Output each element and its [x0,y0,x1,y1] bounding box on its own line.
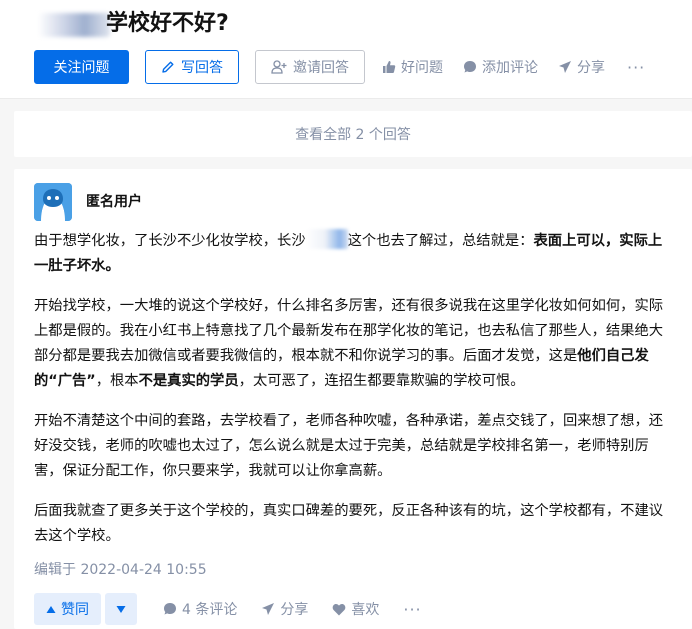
heart-icon [332,603,346,616]
follow-question-label: 关注问题 [53,60,110,76]
answer-card: 匿名用户 由于想学化妆，了长沙不少化妆学校，长沙 这个也去了解过，总结就是：表面上… [14,169,692,629]
avatar[interactable] [34,183,72,221]
question-header: 学校好不好? 关注问题 写回答 邀请回答 好问题 添加评论 分享 ··· [0,0,692,99]
author-name[interactable]: 匿名用户 [86,191,142,211]
comments-button[interactable]: 4 条评论 [163,599,237,619]
write-answer-button[interactable]: 写回答 [145,50,239,84]
good-question-button[interactable]: 好问题 [382,57,443,77]
edited-timestamp[interactable]: 编辑于 2022-04-24 10:55 [34,559,207,579]
pen-icon [161,60,175,74]
triangle-down-icon [116,605,126,614]
invite-user-icon [271,60,287,74]
redacted-school-name [305,229,348,249]
add-comment-label: 添加评论 [482,60,538,76]
good-question-label: 好问题 [401,60,443,76]
redacted-title-prefix [38,13,110,37]
answer-text: 这个也去了解过，总结就是： [347,233,534,249]
answer-paragraph: 开始找学校，一大堆的说这个学校好，什么排名多厉害，还有很多说我在这里学化妆如何如… [34,294,674,394]
answer-content: 由于想学化妆，了长沙不少化妆学校，长沙 这个也去了解过，总结就是：表面上可以，实际… [34,229,674,564]
answer-text: 开始找学校，一大堆的说这个学校好，什么排名多厉害，还有很多说我在这里学化妆如何如… [34,298,664,364]
answer-paragraph: 后面我就查了更多关于这个学校的，真实口碑差的要死，反正各种该有的坑，这个学校都有… [34,503,664,544]
answer-actions: 赞同 4 条评论 分享 喜欢 ··· [34,593,422,625]
answer-more-button[interactable]: ··· [403,600,421,619]
downvote-button[interactable] [105,593,137,625]
share-question-label: 分享 [577,60,605,76]
share-answer-button[interactable]: 分享 [261,599,308,619]
thumbs-up-icon [382,60,396,74]
view-all-answers-link[interactable]: 查看全部 2 个回答 [14,111,692,157]
comments-label: 4 条评论 [182,602,238,618]
answer-text: ，太可恶了，连招生都要靠欺骗的学校可恨。 [238,373,525,389]
share-answer-label: 分享 [280,602,309,618]
upvote-label: 赞同 [61,602,89,618]
share-question-button[interactable]: 分享 [558,57,605,77]
answer-bold-text: 不是真实的学员 [138,373,239,389]
share-plane-icon [558,60,572,74]
upvote-button[interactable]: 赞同 [34,593,101,625]
answer-paragraph: 由于想学化妆，了长沙不少化妆学校，长沙 这个也去了解过，总结就是：表面上可以，实际… [34,229,674,279]
question-title: 学校好不好? [106,11,229,36]
more-actions-button[interactable]: ··· [627,58,645,77]
question-actions: 关注问题 写回答 邀请回答 好问题 添加评论 分享 ··· [34,50,645,84]
invite-answer-label: 邀请回答 [293,60,349,76]
like-button[interactable]: 喜欢 [332,599,379,619]
follow-question-button[interactable]: 关注问题 [34,50,129,84]
share-plane-icon [261,602,275,616]
comment-icon [463,60,477,74]
comment-icon [163,602,177,616]
like-label: 喜欢 [351,602,380,618]
answer-paragraph: 开始不清楚这个中间的套路，去学校看了，老师各种吹嘘，各种承诺，差点交钱了，回来想… [34,413,664,479]
write-answer-label: 写回答 [181,60,223,76]
view-all-answers-label: 查看全部 2 个回答 [295,127,411,143]
invite-answer-button[interactable]: 邀请回答 [255,50,365,84]
answer-text: 由于想学化妆，了长沙不少化妆学校，长沙 [34,233,306,249]
add-comment-button[interactable]: 添加评论 [463,57,538,77]
answer-text: ，根本 [95,373,139,389]
triangle-up-icon [46,605,56,614]
